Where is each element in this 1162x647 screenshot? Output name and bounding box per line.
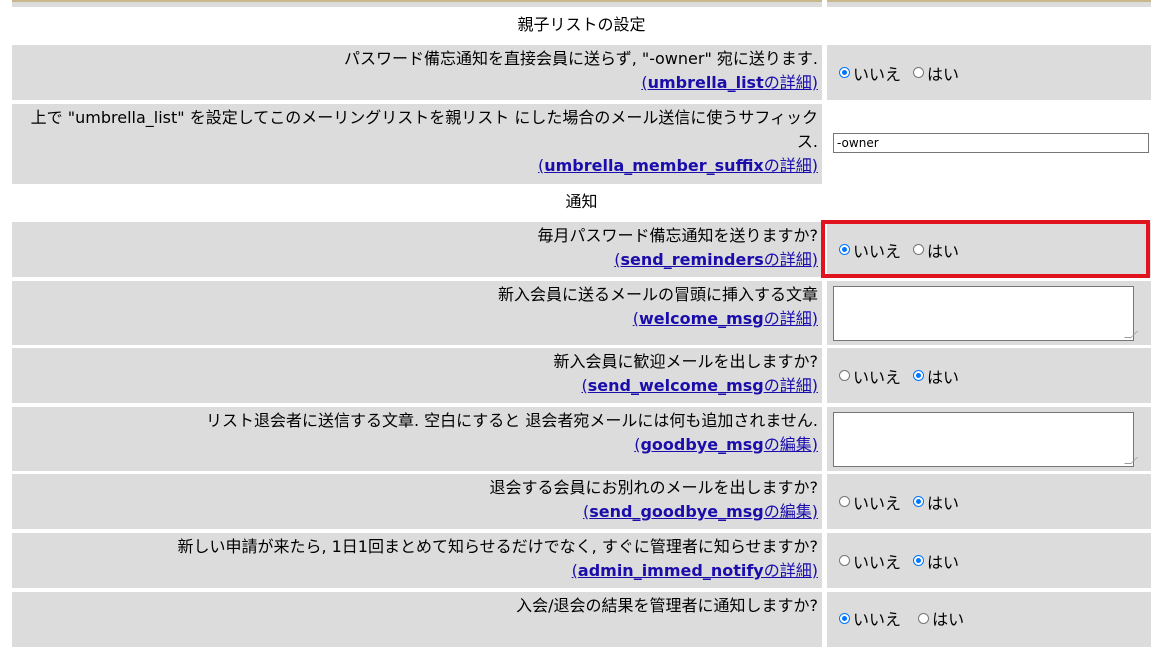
send-goodbye-msg-edit-link[interactable]: (send_goodbye_msgの編集) — [583, 502, 818, 521]
setting-label: 新入会員に歓迎メールを出しますか? — [553, 352, 819, 371]
radio-yes[interactable]: はい — [913, 61, 959, 85]
radio-yes[interactable]: はい — [913, 364, 959, 388]
setting-row-goodbye-msg: リスト退会者に送信する文章. 空白にすると 退会者宛メールには何も追加されません… — [12, 407, 1151, 471]
setting-row-welcome-msg: 新入会員に送るメールの冒頭に挿入する文章 (welcome_msgの詳細) — [12, 281, 1151, 345]
setting-label: リスト退会者に送信する文章. 空白にすると 退会者宛メールには何も追加されません… — [205, 411, 818, 430]
setting-row-umbrella-list: パスワード備忘通知を直接会員に送らず, "-owner" 宛に送ります. (um… — [12, 45, 1151, 100]
umbrella-member-suffix-details-link[interactable]: (umbrella_member_suffixの詳細) — [538, 156, 818, 175]
radio-no[interactable]: いいえ — [839, 364, 901, 388]
radio-no[interactable]: いいえ — [839, 606, 901, 630]
setting-row-umbrella-member-suffix: 上で "umbrella_list" を設定してこのメーリングリストを親リスト … — [12, 104, 1151, 184]
section-notify-heading: 通知 — [12, 184, 1151, 220]
setting-label: 新しい申請が来たら, 1日1回まとめて知らせるだけでなく, すぐに管理者に知らせ… — [177, 537, 818, 556]
radio-no[interactable]: いいえ — [839, 490, 901, 514]
goodbye-msg-edit-link[interactable]: (goodbye_msgの編集) — [634, 435, 818, 454]
highlight-box — [821, 220, 1150, 278]
setting-row-send-goodbye-msg: 退会する会員にお別れのメールを出しますか? (send_goodbye_msgの… — [12, 474, 1151, 529]
radio-button-icon[interactable] — [913, 496, 925, 507]
top-band — [12, 0, 1151, 7]
setting-label: 退会する会員にお別れのメールを出しますか? — [489, 478, 819, 497]
admin-immed-notify-details-link[interactable]: (admin_immed_notifyの詳細) — [572, 561, 818, 580]
setting-label: 毎月パスワード備忘通知を送りますか? — [537, 226, 819, 245]
radio-button-icon[interactable] — [839, 496, 850, 507]
setting-label: 入会/退会の結果を管理者に通知しますか? — [516, 596, 818, 615]
setting-row-send-welcome-msg: 新入会員に歓迎メールを出しますか? (send_welcome_msgの詳細) … — [12, 348, 1151, 403]
umbrella-member-suffix-input[interactable]: -owner — [833, 133, 1149, 153]
radio-yes[interactable]: はい — [913, 549, 959, 573]
radio-no[interactable]: いいえ — [839, 61, 901, 85]
section-umbrella-heading: 親子リストの設定 — [12, 7, 1151, 43]
radio-yes[interactable]: はい — [918, 606, 964, 630]
setting-row-admin-notify-mchanges: 入会/退会の結果を管理者に通知しますか? いいえ はい — [12, 592, 1151, 647]
radio-button-icon[interactable] — [839, 67, 850, 78]
radio-button-icon[interactable] — [839, 555, 850, 566]
setting-label: 新入会員に送るメールの冒頭に挿入する文章 — [497, 285, 818, 304]
setting-label: 上で "umbrella_list" を設定してこのメーリングリストを親リスト … — [30, 108, 818, 151]
umbrella-list-details-link[interactable]: (umbrella_listの詳細) — [641, 73, 818, 92]
send-reminders-details-link[interactable]: (send_remindersの詳細) — [614, 250, 818, 269]
goodbye-msg-textarea[interactable] — [833, 412, 1134, 467]
send-welcome-msg-details-link[interactable]: (send_welcome_msgの詳細) — [582, 376, 819, 395]
radio-button-icon[interactable] — [913, 555, 925, 566]
radio-no[interactable]: いいえ — [839, 549, 901, 573]
radio-button-icon[interactable] — [913, 67, 925, 78]
welcome-msg-details-link[interactable]: (welcome_msgの詳細) — [633, 309, 818, 328]
radio-yes[interactable]: はい — [913, 490, 959, 514]
welcome-msg-textarea[interactable] — [833, 286, 1134, 341]
radio-button-icon[interactable] — [839, 370, 850, 381]
setting-row-admin-immed-notify: 新しい申請が来たら, 1日1回まとめて知らせるだけでなく, すぐに管理者に知らせ… — [12, 533, 1151, 588]
radio-button-icon[interactable] — [913, 370, 925, 381]
setting-label: パスワード備忘通知を直接会員に送らず, "-owner" 宛に送ります. — [344, 49, 818, 68]
